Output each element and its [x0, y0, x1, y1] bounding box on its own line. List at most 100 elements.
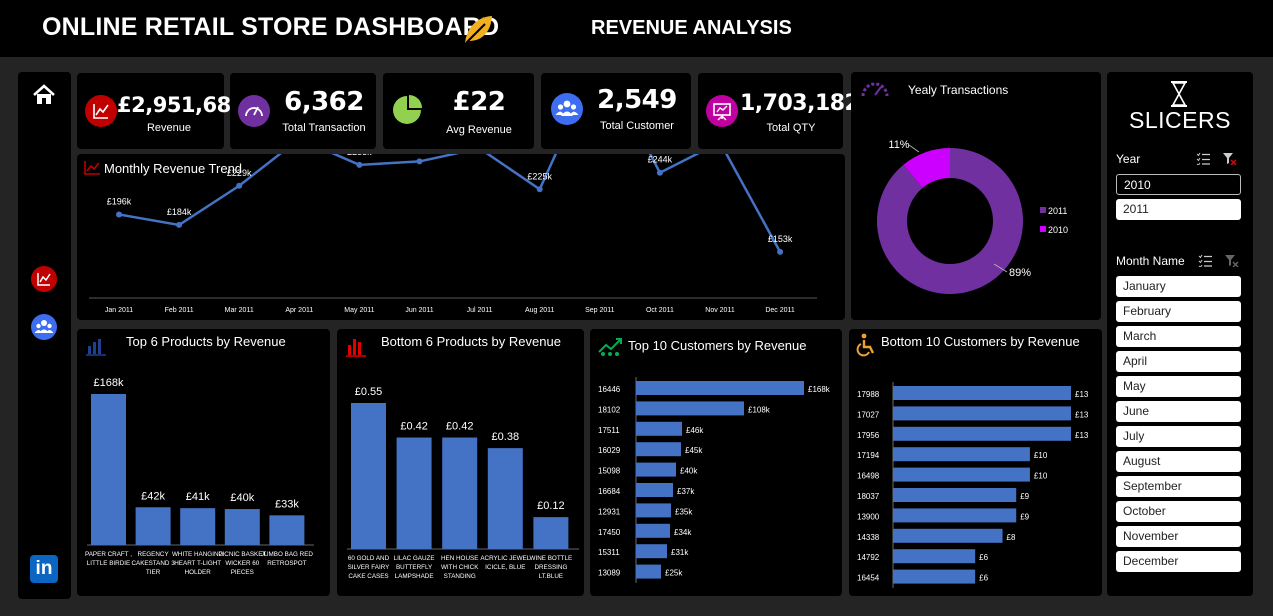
x-tick-label: LAMPSHADE — [395, 573, 434, 580]
bar-value-label: £13 — [1075, 431, 1089, 440]
linkedin-icon[interactable]: in — [30, 555, 58, 583]
y-tick-label: 17450 — [598, 528, 621, 537]
bar — [269, 515, 305, 545]
bar-value-label: £45k — [685, 446, 703, 455]
data-point — [176, 221, 183, 228]
x-tick-label: JUMBO BAG RED — [261, 551, 314, 558]
bar — [893, 528, 1003, 543]
data-point — [416, 158, 423, 165]
bar-value-label: £31k — [671, 548, 689, 557]
month-option[interactable]: July — [1116, 426, 1241, 447]
year-option-2010[interactable]: 2010 — [1116, 174, 1241, 195]
y-tick-label: 17956 — [857, 431, 880, 440]
bar-value-label: £9 — [1020, 512, 1029, 521]
bar-value-label: £8 — [1007, 533, 1016, 542]
bar-value-label: £0.38 — [492, 431, 520, 443]
x-tick-label: STANDING — [444, 573, 476, 580]
x-tick-label: Apr 2011 — [285, 307, 313, 314]
y-tick-label: 16684 — [598, 487, 621, 496]
bar — [91, 394, 126, 545]
x-tick-label: SILVER FAIRY — [348, 564, 391, 571]
y-tick-label: 13900 — [857, 512, 880, 521]
y-tick-label: 14792 — [857, 553, 880, 562]
year-slicer-label: Year — [1116, 152, 1141, 166]
bar-value-label: £168k — [94, 377, 124, 389]
x-tick-label: Dec 2011 — [765, 307, 795, 314]
month-option[interactable]: September — [1116, 476, 1241, 497]
kpi-label: Total QTY — [766, 122, 816, 134]
bar — [893, 488, 1017, 502]
bar-value-label: £33k — [275, 498, 299, 510]
bar — [442, 437, 478, 549]
month-option[interactable]: November — [1116, 526, 1241, 547]
month-option[interactable]: October — [1116, 501, 1241, 522]
bar-value-label: £42k — [141, 490, 165, 502]
multi-select-icon[interactable] — [1198, 254, 1213, 267]
y-tick-label: 16029 — [598, 446, 621, 455]
month-option[interactable]: May — [1116, 376, 1241, 397]
bar-value-label: £168k — [808, 385, 831, 394]
slice-label: 11% — [888, 139, 909, 151]
x-tick-label: Mar 2011 — [225, 307, 254, 314]
month-option[interactable]: June — [1116, 401, 1241, 422]
top-products-bar-chart: £168k PAPER CRAFT , LITTLE BIRDIE £42k REGEN… — [85, 377, 314, 576]
bottom-products-panel: Bottom 6 Products by Revenue £0.55 60 GOL… — [337, 329, 584, 596]
bar — [636, 421, 682, 436]
x-tick-label: Jul 2011 — [467, 307, 493, 314]
customers-nav-icon[interactable] — [31, 314, 57, 340]
month-option[interactable]: February — [1116, 301, 1241, 322]
month-option[interactable]: August — [1116, 451, 1241, 472]
x-tick-label: WINE BOTTLE — [530, 555, 573, 562]
bar-value-label: £0.55 — [355, 386, 383, 398]
bar — [893, 569, 976, 584]
users-icon — [551, 93, 583, 125]
bar — [180, 508, 216, 545]
y-tick-label: 17194 — [857, 451, 880, 460]
bottom-products-bar-chart: £0.55 60 GOLD AND SILVER FAIRY CAKE CASES £0… — [347, 386, 579, 580]
legend-swatch — [1040, 207, 1046, 213]
month-option[interactable]: January — [1116, 276, 1241, 297]
month-option[interactable]: April — [1116, 351, 1241, 372]
bar-value-label: £40k — [230, 492, 254, 504]
kpi-value: £22 — [452, 87, 506, 117]
bar-value-label: £108k — [748, 405, 771, 414]
month-option[interactable]: December — [1116, 551, 1241, 572]
bar — [533, 517, 569, 549]
bar — [636, 483, 673, 497]
pie-chart-icon — [393, 95, 422, 124]
kpi-label: Revenue — [146, 122, 192, 134]
y-tick-label: 12931 — [598, 507, 621, 516]
gauge-icon — [238, 95, 270, 127]
x-tick-label: ICICLE, BLUE — [485, 564, 525, 571]
bar — [636, 523, 670, 538]
y-tick-label: 17988 — [857, 390, 880, 399]
x-tick-label: LITTLE BIRDIE — [87, 560, 130, 567]
x-tick-label: Sep 2011 — [585, 307, 615, 314]
data-label: £184k — [167, 207, 192, 217]
x-tick-label: 60 GOLD AND — [348, 555, 390, 562]
revenue-nav-icon[interactable] — [31, 266, 57, 292]
bar-value-label: £37k — [677, 487, 695, 496]
bar-value-label: £40k — [680, 467, 698, 476]
month-option[interactable]: March — [1116, 326, 1241, 347]
home-icon[interactable] — [32, 84, 56, 106]
bar-value-label: £34k — [674, 528, 692, 537]
clear-filter-icon[interactable] — [1224, 254, 1239, 267]
x-tick-label: ACRYLIC JEWEL — [480, 555, 530, 562]
monthly-line-chart: £196k Jan 2011 £184k Feb 2011 £229k Mar 2011 £… — [89, 154, 817, 314]
bar-value-label: £13 — [1075, 390, 1089, 399]
x-tick-label: LT.BLUE — [539, 573, 563, 580]
multi-select-icon[interactable] — [1196, 152, 1211, 165]
kpi-value: 6,362 — [284, 87, 364, 117]
yearly-donut-chart: 89% 11% 2011 2010 — [877, 139, 1068, 294]
x-tick-label: DRESSING — [534, 564, 567, 571]
bottom-customers-panel: Bottom 10 Customers by Revenue 17988 £13 1… — [849, 329, 1102, 596]
year-option-2011[interactable]: 2011 — [1116, 199, 1241, 220]
clear-filter-icon[interactable] — [1222, 152, 1237, 165]
top-customers-bar-chart: 16446 £168k 18102 £108k 17511 £46k 16029 £45k 15… — [598, 377, 831, 583]
legend-label: 2010 — [1048, 225, 1068, 235]
bar — [893, 467, 1030, 482]
data-point — [356, 161, 363, 168]
bar — [487, 448, 523, 549]
y-tick-label: 18037 — [857, 492, 880, 501]
